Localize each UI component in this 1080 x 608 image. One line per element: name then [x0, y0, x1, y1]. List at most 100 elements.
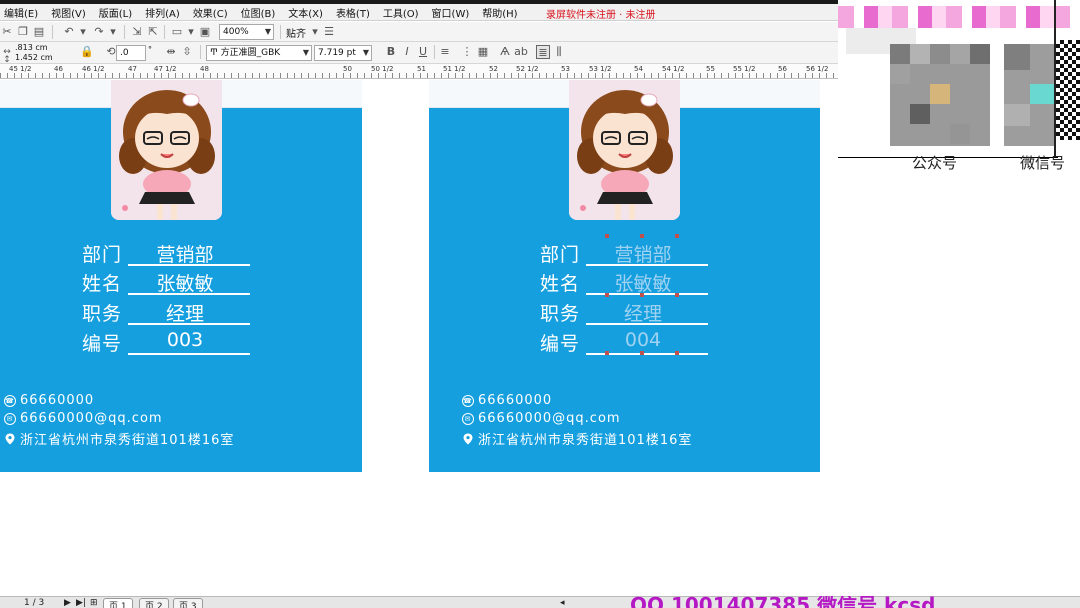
cartoon-girl-icon	[569, 80, 680, 220]
width-field[interactable]: .813 cm	[12, 43, 76, 53]
field-value-department[interactable]: 营销部	[582, 240, 704, 267]
field-value-number[interactable]: 003	[124, 329, 246, 351]
menu-help[interactable]: 帮助(H)	[482, 5, 517, 20]
angle-field[interactable]: .0	[116, 45, 146, 61]
scroll-left-icon[interactable]: ◂	[560, 598, 565, 608]
snap-to-button[interactable]: 贴齐	[286, 25, 306, 40]
degree-sign: °	[148, 45, 152, 54]
next-page-icon[interactable]: ▶	[64, 598, 71, 608]
separator	[164, 25, 165, 39]
zoom-select[interactable]: 400% ▼	[219, 24, 274, 40]
field-label-position: 职务	[540, 303, 581, 325]
chevron-down-icon[interactable]: ▾	[76, 25, 90, 39]
chevron-down-icon[interactable]: ▾	[308, 25, 322, 39]
add-page-icon[interactable]: ⊞	[90, 598, 98, 608]
cut-icon[interactable]: ✂	[0, 25, 14, 39]
import-icon[interactable]: ⇲	[130, 25, 144, 39]
chevron-down-icon[interactable]: ▾	[184, 25, 198, 39]
align-icon[interactable]: ≡	[438, 45, 452, 59]
menu-bitmaps[interactable]: 位图(B)	[241, 5, 276, 20]
menu-arrange[interactable]: 排列(A)	[145, 5, 180, 20]
mirror-horizontal-icon[interactable]: ⇹	[164, 45, 178, 59]
horizontal-ruler[interactable]: 45 1/2 46 46 1/2 47 47 1/2 48 50 50 1/2 …	[0, 64, 838, 79]
ruler-label: 47	[128, 65, 137, 73]
chevron-down-icon[interactable]: ▾	[106, 25, 120, 39]
options-icon[interactable]: ☰	[322, 25, 336, 39]
field-label-name: 姓名	[540, 273, 581, 295]
selection-handle[interactable]	[640, 351, 644, 355]
drop-cap-icon[interactable]: ▦	[476, 45, 490, 59]
selection-handle[interactable]	[605, 293, 609, 297]
menu-text[interactable]: 文本(X)	[288, 5, 323, 20]
card-photo-right[interactable]	[569, 80, 680, 220]
chevron-down-icon: ▼	[264, 27, 271, 36]
field-label-number: 编号	[540, 333, 581, 355]
ruler-label: 52 1/2	[516, 65, 539, 73]
menu-layout[interactable]: 版面(L)	[99, 5, 132, 20]
ruler-ticks	[0, 73, 838, 78]
bullet-list-icon[interactable]: ⋮	[460, 45, 474, 59]
selection-handle[interactable]	[675, 234, 679, 238]
selection-handle[interactable]	[640, 234, 644, 238]
last-page-icon[interactable]: ▶|	[76, 598, 86, 608]
export-icon[interactable]: ⇱	[146, 25, 160, 39]
selection-handle[interactable]	[640, 293, 644, 297]
contact-address: 浙江省杭州市泉秀街道101楼16室	[462, 429, 692, 448]
contact-watermark: QQ 1001407385 微信号 kcsd	[630, 596, 936, 608]
phone-icon: ☎	[462, 394, 474, 407]
field-underline	[128, 353, 250, 355]
height-field[interactable]: 1.452 cm	[12, 53, 76, 63]
pixelated-qr-left	[890, 44, 990, 146]
menu-window[interactable]: 窗口(W)	[432, 5, 470, 20]
menu-table[interactable]: 表格(T)	[336, 5, 370, 20]
horizontal-text-icon[interactable]: ≣	[536, 45, 550, 59]
font-size-select[interactable]: 7.719 pt ▼	[314, 45, 372, 61]
character-formatting-icon[interactable]: Ѧ	[498, 45, 512, 59]
bold-icon[interactable]: B	[384, 45, 398, 59]
menu-effects[interactable]: 效果(C)	[193, 5, 228, 20]
menu-tools[interactable]: 工具(O)	[383, 5, 419, 20]
page-tab-1[interactable]: 页 1	[103, 598, 133, 608]
copy-icon[interactable]: ❐	[16, 25, 30, 39]
menu-view[interactable]: 视图(V)	[51, 5, 86, 20]
page-tab-2[interactable]: 页 2	[139, 598, 169, 608]
menu-edit[interactable]: 编辑(E)	[4, 5, 38, 20]
italic-icon[interactable]: I	[400, 45, 414, 59]
separator	[124, 25, 125, 39]
qr-code-fragment	[1056, 40, 1080, 140]
ruler-label: 53 1/2	[589, 65, 612, 73]
selection-handle[interactable]	[675, 351, 679, 355]
application-launcher-icon[interactable]: ▣	[198, 25, 212, 39]
phone-icon: ☎	[4, 394, 16, 407]
lock-ratio-icon[interactable]: 🔒	[80, 45, 94, 59]
contact-phone: ☎ 66660000	[4, 393, 95, 408]
field-value-position[interactable]: 经理	[582, 299, 704, 326]
field-value-name[interactable]: 张敏敏	[582, 269, 704, 296]
card-photo-left[interactable]	[111, 80, 222, 220]
pixelated-banner	[838, 6, 1080, 28]
drawing-canvas[interactable]: 部门 营销部 姓名 张敏敏 职务 经理 编号 003 ☎ 66660000 ✉ …	[0, 80, 838, 596]
field-value-position[interactable]: 经理	[124, 299, 246, 326]
cartoon-girl-icon	[111, 80, 222, 220]
field-underline	[586, 323, 708, 325]
selection-handle[interactable]	[605, 234, 609, 238]
underline-icon[interactable]: U	[416, 45, 430, 59]
selection-handle[interactable]	[675, 293, 679, 297]
publish-icon[interactable]: ▭	[170, 25, 184, 39]
official-account-label: 公众号	[912, 154, 958, 172]
font-family-select[interactable]: Ͳ 方正准圆_GBK ▼	[206, 45, 312, 61]
ruler-label: 45 1/2	[9, 65, 32, 73]
undo-icon[interactable]: ↶	[62, 25, 76, 39]
vertical-text-icon[interactable]: ⫼	[552, 45, 566, 59]
mirror-vertical-icon[interactable]: ⇳	[180, 45, 194, 59]
field-value-name[interactable]: 张敏敏	[124, 269, 246, 296]
paste-icon[interactable]: ▤	[32, 25, 46, 39]
redo-icon[interactable]: ↷	[92, 25, 106, 39]
field-value-number[interactable]: 004	[582, 329, 704, 351]
field-value-department[interactable]: 营销部	[124, 240, 246, 267]
edit-text-icon[interactable]: ab	[514, 45, 528, 59]
page-tab-3[interactable]: 页 3	[173, 598, 203, 608]
location-pin-icon	[463, 433, 473, 444]
selection-handle[interactable]	[605, 351, 609, 355]
ruler-label: 50 1/2	[371, 65, 394, 73]
